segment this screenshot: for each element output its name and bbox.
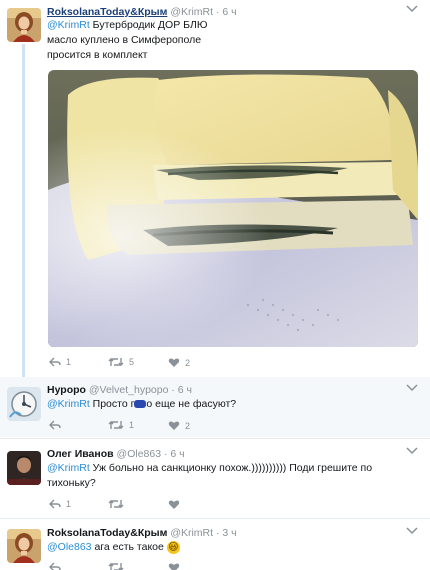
divider [0,518,430,519]
mention-link[interactable]: @KrimRt [47,398,90,410]
like-icon [168,562,180,570]
tweet-header: Нуроро @Velvet_hypopo · 6 ч [47,384,192,396]
smiley-emoji: 😃 [166,540,180,554]
retweet-button[interactable]: 5 [108,357,134,367]
retweet-button[interactable] [108,499,124,509]
chevron-down-icon[interactable] [406,447,418,458]
display-name[interactable]: RoksolanaToday&Крым [47,527,167,539]
display-name[interactable]: Нуроро [47,384,86,396]
reply-icon [49,562,61,570]
like-icon [168,357,180,368]
like-button[interactable] [168,499,180,510]
retweet-icon [108,420,124,430]
tweet-header: RoksolanaToday&Крым @KrimRt · 6 ч [47,6,237,18]
chevron-down-icon[interactable] [406,384,418,395]
retweet-icon [108,562,124,570]
reply-count: 1 [66,357,72,367]
tweet-header: Олег Иванов @Ole863 · 6 ч [47,448,185,460]
reply-count: 1 [66,499,72,509]
like-count: 2 [185,357,191,368]
chevron-down-icon[interactable] [406,527,418,538]
user-handle[interactable]: @KrimRt [170,527,213,539]
avatar[interactable] [7,451,41,485]
chevron-down-icon[interactable] [406,5,418,16]
mention-link[interactable]: @KrimRt [47,19,90,31]
retweet-count: 1 [129,420,135,430]
scribble-redaction [134,400,147,409]
like-button[interactable] [168,562,180,570]
mention-link[interactable]: @KrimRt [47,462,90,474]
tweet-text: @Ole863 ага есть такое 😃 [47,540,180,554]
tweet-text: @KrimRt Уж больно на санкционку похож.))… [47,462,373,489]
timestamp[interactable]: · 6 ч [164,448,185,460]
timestamp[interactable]: · 6 ч [171,384,192,396]
reply-icon [49,357,61,367]
user-handle[interactable]: @Velvet_hypopo [89,384,169,396]
retweet-icon [108,357,124,367]
display-name[interactable]: RoksolanaToday&Крым [47,6,167,18]
user-handle[interactable]: @Ole863 [117,448,162,460]
retweet-button[interactable] [108,562,124,570]
reply-button[interactable]: 1 [49,357,71,367]
tweet-header: RoksolanaToday&Крым @KrimRt · 3 ч [47,527,237,539]
reply-icon [49,499,61,509]
avatar[interactable] [7,8,41,42]
divider [0,438,430,439]
like-icon [168,420,180,431]
reply-button[interactable] [49,420,61,430]
display-name[interactable]: Олег Иванов [47,448,114,460]
tweet-photo[interactable] [48,70,418,347]
thread-line [22,44,25,384]
reply-icon [49,420,61,430]
timestamp[interactable]: · 3 ч [216,527,237,539]
like-icon [168,499,180,510]
like-button[interactable]: 2 [168,357,190,368]
timestamp[interactable]: · 6 ч [216,6,237,18]
avatar[interactable] [7,387,41,421]
reply-button[interactable] [49,562,61,570]
like-button[interactable]: 2 [168,420,190,431]
user-handle[interactable]: @KrimRt [170,6,213,18]
avatar[interactable] [7,529,41,563]
reply-button[interactable]: 1 [49,499,71,509]
like-count: 2 [185,420,191,431]
retweet-icon [108,499,124,509]
retweet-button[interactable]: 1 [108,420,134,430]
retweet-count: 5 [129,357,135,367]
mention-link[interactable]: @Ole863 [47,541,92,553]
tweet-text: @KrimRt Просто го еще не фасуют? [47,398,237,410]
tweet-text: @KrimRt Бутербродик ДОР БЛЮ масло куплен… [47,19,208,61]
